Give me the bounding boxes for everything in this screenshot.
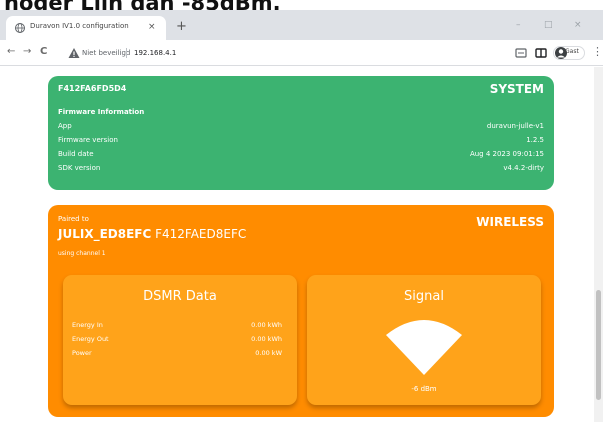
not-secure-label: Niet beveiligd <box>82 49 131 57</box>
url-text[interactable]: 192.168.4.1 <box>134 49 176 57</box>
translate-icon[interactable] <box>514 46 528 60</box>
firmware-heading: Firmware Information <box>58 108 145 116</box>
paired-label: Paired to <box>58 215 89 223</box>
info-label: Firmware version <box>58 136 118 144</box>
dsmr-value: 0.00 kWh <box>251 335 282 343</box>
dsmr-label: Power <box>72 349 92 357</box>
info-label: SDK version <box>58 164 101 172</box>
device-id: F412FA6FD5D4 <box>58 84 127 93</box>
info-row: App duravun-julle-v1 <box>58 122 544 133</box>
back-icon[interactable]: ← <box>7 46 15 58</box>
system-title: SYSTEM <box>489 82 544 96</box>
window-close-icon[interactable]: × <box>574 20 582 30</box>
info-value: Aug 4 2023 09:01:15 <box>469 150 544 158</box>
signal-value: -6 dBm <box>411 385 437 393</box>
info-value: v4.4.2-dirty <box>503 164 544 172</box>
maximize-icon[interactable]: □ <box>544 20 553 30</box>
info-row: SDK version v4.4.2-dirty <box>58 164 544 175</box>
ssid: JULIX_ED8EFC <box>58 227 152 241</box>
address-bar[interactable]: Niet beveiligd 192.168.4.1 <box>62 44 492 62</box>
dsmr-title: DSMR Data <box>143 289 217 304</box>
mac-address: F412FAED8EFC <box>155 227 247 241</box>
dsmr-label: Energy Out <box>72 335 109 343</box>
kebab-menu-icon[interactable]: ⋮ <box>592 46 603 58</box>
channel-info: using channel 1 <box>58 250 106 257</box>
tab-close-icon[interactable]: × <box>148 21 156 33</box>
info-value: 1.2.5 <box>526 136 544 144</box>
new-tab-icon[interactable]: + <box>176 20 187 33</box>
info-label: Build date <box>58 150 94 158</box>
browser-tab[interactable]: Duravon IV1.0 configuration × <box>6 16 166 40</box>
dsmr-value: 0.00 kW <box>255 349 282 357</box>
globe-icon <box>15 23 25 33</box>
info-label: App <box>58 122 72 130</box>
reload-icon[interactable]: C <box>40 46 47 58</box>
wireless-title: WIRELESS <box>476 215 544 229</box>
address-separator <box>126 48 127 58</box>
signal-card: Signal -6 dBm <box>307 275 541 405</box>
warning-icon <box>68 48 80 58</box>
system-card: F412FA6FD5D4 SYSTEM Firmware Information… <box>48 76 554 190</box>
tab-title: Duravon IV1.0 configuration <box>30 22 129 30</box>
info-row: Build date Aug 4 2023 09:01:15 <box>58 150 544 161</box>
browser-toolbar: ← → C Niet beveiligd 192.168.4.1 Gast ⋮ <box>0 40 603 66</box>
tab-strip: Duravon IV1.0 configuration × + – □ × <box>0 10 603 40</box>
info-value: duravun-julle-v1 <box>486 122 544 130</box>
profile-label: Gast <box>565 48 579 55</box>
scrollbar-thumb[interactable] <box>596 290 601 400</box>
minimize-icon[interactable]: – <box>516 20 521 30</box>
info-row: Firmware version 1.2.5 <box>58 136 544 147</box>
paired-device: JULIX_ED8EFC F412FAED8EFC <box>58 227 246 241</box>
wifi-signal-icon <box>386 320 462 375</box>
signal-title: Signal <box>404 289 444 304</box>
sidebar-icon[interactable] <box>534 46 548 60</box>
dsmr-card: DSMR Data Energy In 0.00 kWh Energy Out … <box>63 275 297 405</box>
forward-icon[interactable]: → <box>23 46 31 58</box>
wireless-card: Paired to JULIX_ED8EFC F412FAED8EFC usin… <box>48 205 554 417</box>
dsmr-label: Energy In <box>72 321 103 329</box>
dsmr-value: 0.00 kWh <box>251 321 282 329</box>
